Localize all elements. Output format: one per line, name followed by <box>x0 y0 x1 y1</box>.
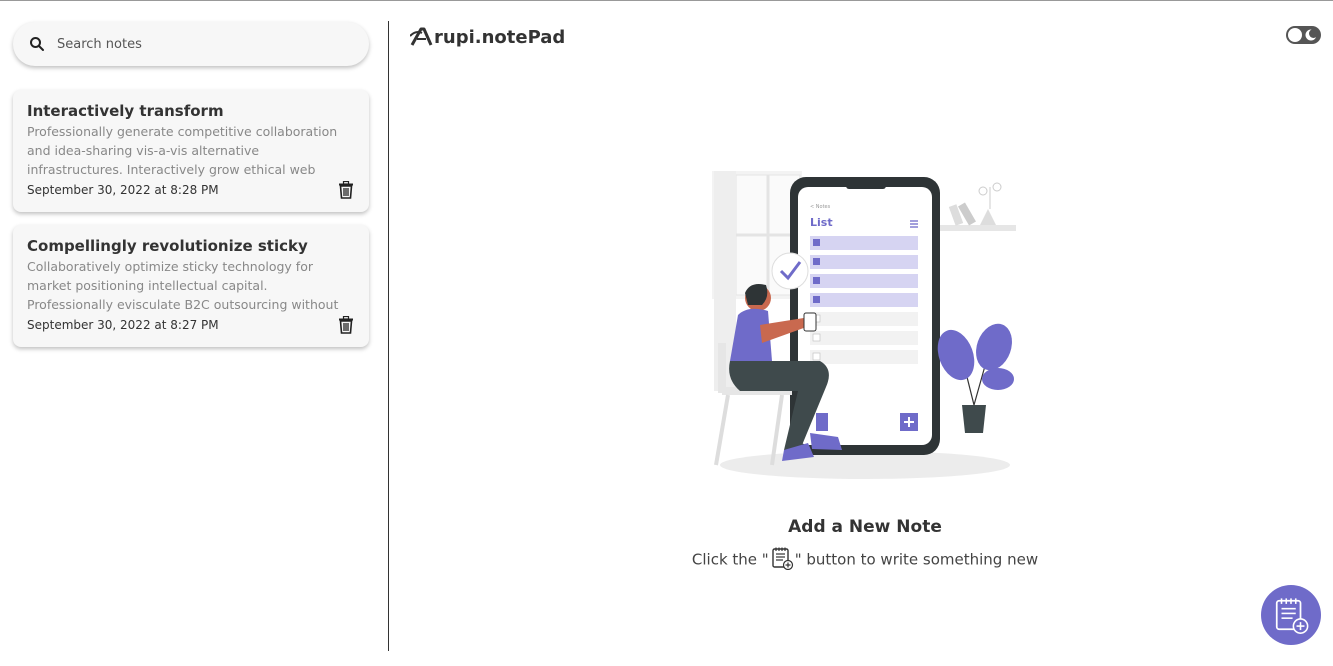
note-date: September 30, 2022 at 8:27 PM <box>27 318 219 332</box>
add-note-icon <box>1275 598 1309 634</box>
empty-state-desc-after: " button to write something new <box>794 550 1039 569</box>
toggle-knob <box>1288 28 1302 42</box>
screen-back-text: < Notes <box>810 204 831 210</box>
note-title: Interactively transform <box>27 102 224 120</box>
note-card[interactable]: Interactively transform Professionally g… <box>13 90 369 212</box>
search-bar[interactable] <box>13 22 369 66</box>
brand-logo-icon <box>410 27 433 46</box>
add-note-button[interactable] <box>1261 585 1321 645</box>
empty-state-desc-before: Click the " <box>691 550 769 569</box>
theme-toggle[interactable] <box>1286 26 1321 44</box>
search-icon <box>30 37 44 51</box>
screen-title-text: List <box>810 216 833 229</box>
empty-state-illustration: < Notes List <box>712 171 1016 479</box>
note-date: September 30, 2022 at 8:28 PM <box>27 183 219 197</box>
add-note-icon <box>771 547 793 570</box>
empty-state-title: Add a New Note <box>788 517 942 537</box>
brand-name: rupi.notePad <box>434 26 566 48</box>
search-input[interactable] <box>57 36 337 52</box>
sidebar-divider <box>388 21 389 651</box>
empty-state-description: Click the " " button to write something … <box>670 547 1060 572</box>
sidebar: Interactively transform Professionally g… <box>0 1 388 666</box>
trash-icon[interactable] <box>338 316 354 334</box>
note-title: Compellingly revolutionize sticky <box>27 237 308 255</box>
note-card[interactable]: Compellingly revolutionize sticky Collab… <box>13 225 369 347</box>
moon-icon <box>1305 29 1318 41</box>
note-body: Collaboratively optimize sticky technolo… <box>27 259 339 312</box>
trash-icon[interactable] <box>338 181 354 199</box>
brand: rupi.notePad <box>410 26 565 48</box>
note-body: Professionally generate competitive coll… <box>27 124 338 177</box>
